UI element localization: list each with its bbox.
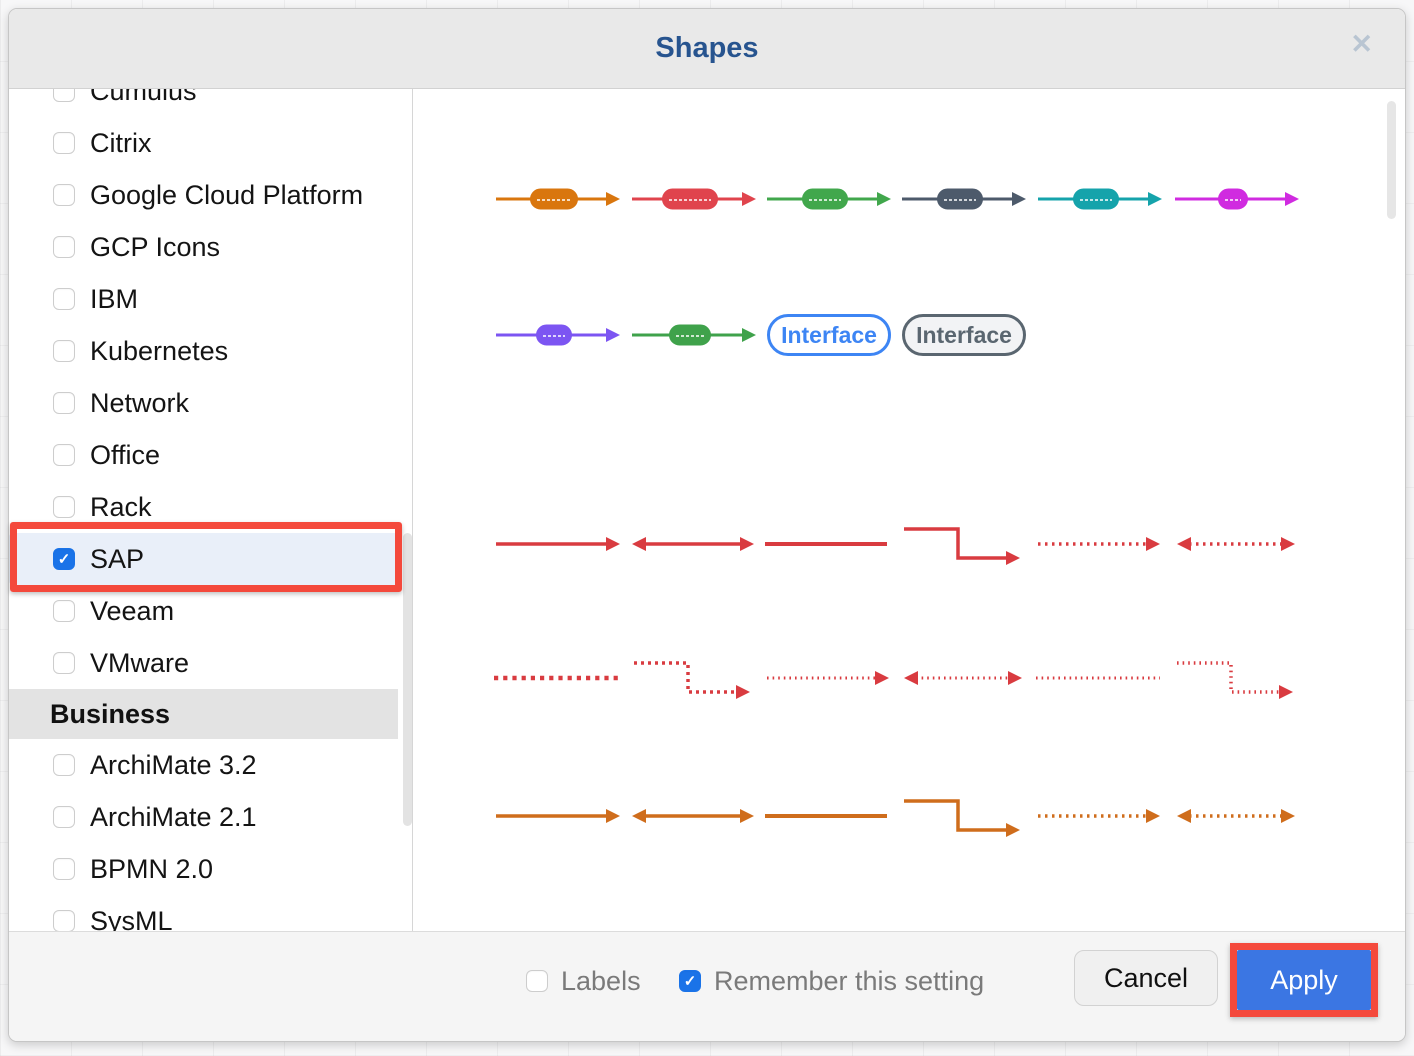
shape-line [761,516,897,572]
sidebar-section-business: Business [9,689,398,739]
library-sidebar: Cumulus Citrix Google Cloud Platform GCP Ic… [9,89,413,933]
sidebar-item-gcp-icons[interactable]: GCP Icons [9,221,398,273]
shape-dotted-line-fine [1032,650,1168,706]
sidebar-item-network[interactable]: Network [9,377,398,429]
sidebar-item-google-cloud-platform[interactable]: Google Cloud Platform [9,169,398,221]
sidebar-scrollbar-thumb[interactable] [403,533,412,826]
annotation-box-apply: Apply [1230,943,1378,1017]
shape-dotted-line-bold [490,650,626,706]
shape-dotted-double-arrow-fine [896,650,1032,706]
labels-checkbox-box[interactable] [526,970,548,992]
checkbox-kubernetes[interactable] [53,340,75,362]
shape-step-arrow [896,516,1032,572]
sidebar-item-kubernetes[interactable]: Kubernetes [9,325,398,377]
sidebar-item-label: VMware [90,648,189,679]
close-icon[interactable]: ✕ [1350,31,1373,58]
dialog-body: Cumulus Citrix Google Cloud Platform GCP Ic… [9,89,1405,933]
sidebar-item-label: SysML [90,906,173,934]
shape-arrow [490,788,626,844]
sidebar-item-citrix[interactable]: Citrix [9,117,398,169]
library-list: Cumulus Citrix Google Cloud Platform GCP Ic… [9,89,398,933]
shape-dotted-arrow-fine [761,650,897,706]
shapes-dialog: Shapes ✕ Cumulus Citrix Google Cloud Platf… [8,8,1406,1042]
shape-dotted-double-arrow [1169,516,1305,572]
checkbox-gcp-icons[interactable] [53,236,75,258]
sidebar-item-label: GCP Icons [90,232,220,263]
checkbox-veeam[interactable] [53,600,75,622]
remember-checkbox-label: Remember this setting [714,966,984,997]
shape-interface-pill: Interface [767,314,891,356]
shape-pill-arrow [1169,171,1305,227]
sidebar-item-label: Google Cloud Platform [90,180,363,211]
shape-double-arrow [626,788,762,844]
checkbox-network[interactable] [53,392,75,414]
sidebar-item-label: ArchiMate 3.2 [90,750,257,781]
sidebar-item-label: Veeam [90,596,174,627]
checkbox-archimate-3-2[interactable] [53,754,75,776]
checkbox-rack[interactable] [53,496,75,518]
shape-pill-arrow [490,171,626,227]
sidebar-item-veeam[interactable]: Veeam [9,585,398,637]
apply-button[interactable]: Apply [1237,950,1371,1010]
shape-dotted-step-arrow-fine [1169,650,1305,706]
shape-pill-arrow [490,307,626,363]
checkbox-vmware[interactable] [53,652,75,674]
checkbox-archimate-2-1[interactable] [53,806,75,828]
shape-interface-pill: Interface [902,314,1026,356]
remember-checkbox-box[interactable] [679,970,701,992]
shape-arrow [490,516,626,572]
checkbox-ibm[interactable] [53,288,75,310]
remember-setting-checkbox[interactable]: Remember this setting [679,969,984,993]
shape-pill-arrow [1032,171,1168,227]
checkbox-google-cloud-platform[interactable] [53,184,75,206]
sidebar-item-label: Rack [90,492,152,523]
shape-dotted-arrow [1032,516,1168,572]
shape-dotted-step-arrow [626,650,762,706]
sidebar-item-label: Citrix [90,128,152,159]
checkbox-citrix[interactable] [53,132,75,154]
sidebar-item-archimate-2-1[interactable]: ArchiMate 2.1 [9,791,398,843]
sidebar-item-sap[interactable]: SAP [9,533,398,585]
dialog-header: Shapes ✕ [9,9,1405,89]
checkbox-bpmn-2-0[interactable] [53,858,75,880]
sidebar-item-label: BPMN 2.0 [90,854,213,885]
sidebar-item-label: Kubernetes [90,336,228,367]
labels-checkbox-label: Labels [561,966,641,997]
shape-pill-arrow [761,171,897,227]
sidebar-item-rack[interactable]: Rack [9,481,398,533]
sidebar-item-office[interactable]: Office [9,429,398,481]
labels-checkbox[interactable]: Labels [526,969,641,993]
shape-pill-arrow [896,171,1032,227]
sidebar-item-vmware[interactable]: VMware [9,637,398,689]
sidebar-item-label: ArchiMate 2.1 [90,802,257,833]
page-background: Shapes ✕ Cumulus Citrix Google Cloud Platf… [0,0,1414,1056]
shape-step-arrow [896,788,1032,844]
sidebar-item-label: IBM [90,284,138,315]
shape-dotted-double-arrow [1169,788,1305,844]
sidebar-item-label: Office [90,440,160,471]
sidebar-item-sysml[interactable]: SysML [9,895,398,933]
panel-scrollbar-thumb[interactable] [1387,101,1396,219]
sidebar-item-bpmn-2-0[interactable]: BPMN 2.0 [9,843,398,895]
sidebar-item-label: Cumulus [90,89,197,107]
checkbox-sysml[interactable] [53,910,75,932]
shape-preview-panel: Interface Interface [414,89,1405,933]
sidebar-item-cumulus[interactable]: Cumulus [9,89,398,117]
cancel-button[interactable]: Cancel [1074,950,1218,1006]
shape-line [761,788,897,844]
checkbox-office[interactable] [53,444,75,466]
checkbox-sap[interactable] [53,548,75,570]
sidebar-item-label: Network [90,388,189,419]
shape-pill-arrow [626,171,762,227]
dialog-title: Shapes [655,32,758,65]
shape-dotted-arrow [1032,788,1168,844]
sidebar-item-ibm[interactable]: IBM [9,273,398,325]
sidebar-item-archimate-3-2[interactable]: ArchiMate 3.2 [9,739,398,791]
sidebar-item-label: SAP [90,544,144,575]
shape-double-arrow [626,516,762,572]
checkbox-cumulus[interactable] [53,89,75,102]
dialog-footer: Labels Remember this setting Cancel [9,931,1405,1041]
shape-pill-arrow [626,307,762,363]
